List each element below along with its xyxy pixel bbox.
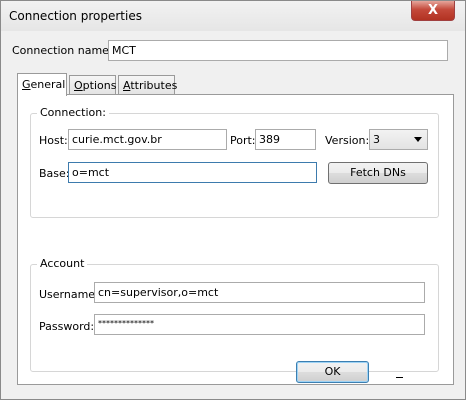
password-label: Password:: [39, 320, 95, 333]
version-value: 3: [373, 133, 380, 146]
account-group-title: Account: [37, 257, 88, 270]
host-label: Host:: [39, 134, 68, 147]
connection-properties-dialog: Connection properties X Connection name:…: [0, 0, 466, 400]
fetch-dns-button[interactable]: Fetch DNs: [328, 162, 428, 184]
version-label: Version:: [325, 134, 370, 147]
dialog-body: Connection name: MCT General Options Att…: [6, 31, 460, 393]
version-select[interactable]: 3: [369, 129, 428, 150]
tab-options[interactable]: Options: [69, 75, 116, 94]
base-input[interactable]: o=mct: [68, 162, 317, 183]
connection-name-label: Connection name:: [12, 44, 113, 57]
port-label: Port:: [230, 134, 256, 147]
password-input[interactable]: **************: [94, 314, 425, 335]
connection-group-title: Connection:: [37, 106, 109, 119]
account-group: Account Username: cn=supervisor,o=mct Pa…: [30, 257, 439, 372]
username-input[interactable]: cn=supervisor,o=mct: [94, 282, 425, 303]
host-input[interactable]: curie.mct.gov.br: [68, 129, 227, 150]
title-bar[interactable]: Connection properties X: [1, 1, 465, 31]
close-icon: X: [427, 3, 439, 18]
focus-marker: [396, 377, 403, 378]
base-label: Base:: [39, 167, 70, 180]
tab-general[interactable]: General: [17, 73, 67, 96]
username-label: Username:: [39, 288, 99, 301]
connection-name-input[interactable]: MCT: [108, 40, 448, 61]
chevron-down-icon: [414, 137, 422, 142]
window-title: Connection properties: [9, 9, 142, 23]
general-tab-panel: Connection: Host: curie.mct.gov.br Port:…: [17, 94, 454, 385]
close-button[interactable]: X: [411, 1, 455, 21]
port-input[interactable]: 389: [255, 129, 316, 150]
tab-attributes[interactable]: Attributes: [118, 75, 177, 94]
connection-group: Connection: Host: curie.mct.gov.br Port:…: [30, 106, 439, 218]
ok-button[interactable]: OK: [296, 361, 369, 383]
